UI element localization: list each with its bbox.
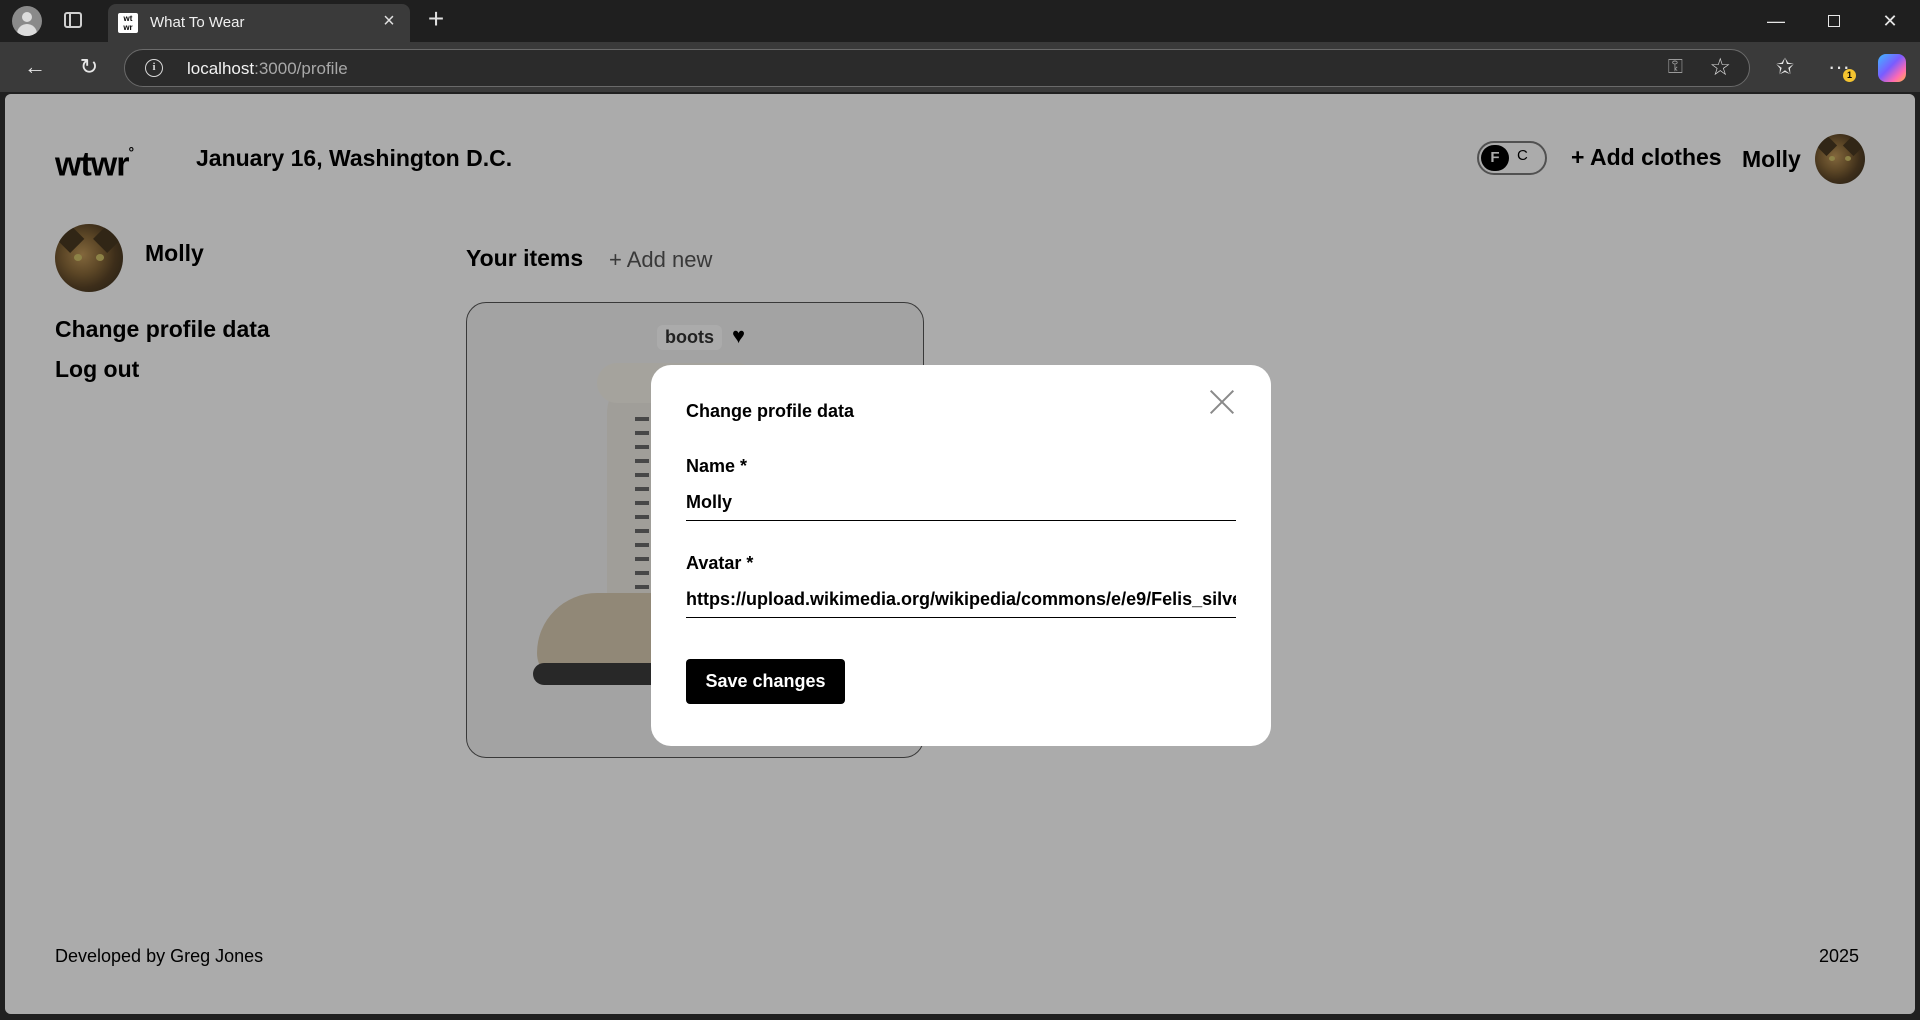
window-minimize-button[interactable]: —	[1758, 6, 1794, 36]
star-icon[interactable]: ☆	[1709, 53, 1731, 82]
profile-page: wtwr° January 16, Washington D.C. F C + …	[5, 94, 1915, 1014]
favicon-icon: wt wr	[118, 13, 138, 33]
tab-actions-icon[interactable]	[64, 12, 82, 28]
new-tab-button[interactable]: +	[422, 5, 450, 34]
back-arrow-icon[interactable]: ←	[18, 50, 52, 84]
browser-toolbar: ← ↻ i localhost:3000/profile ⚿ ☆ ✩ ··· 1	[0, 42, 1920, 92]
name-field-label: Name *	[686, 456, 748, 476]
more-menu-icon[interactable]: ··· 1	[1822, 50, 1856, 84]
browser-tab[interactable]: wt wr What To Wear ×	[108, 4, 410, 42]
browser-profile-icon[interactable]	[12, 6, 42, 36]
reload-icon[interactable]: ↻	[72, 50, 106, 84]
tab-title: What To Wear	[150, 14, 245, 31]
favorites-icon[interactable]: ✩	[1768, 50, 1802, 84]
name-input[interactable]	[686, 485, 1236, 521]
copilot-icon[interactable]	[1878, 54, 1906, 82]
avatar-field-label: Avatar *	[686, 553, 754, 573]
page-viewport: wtwr° January 16, Washington D.C. F C + …	[5, 94, 1915, 1014]
close-icon[interactable]	[1209, 389, 1235, 415]
save-changes-button[interactable]: Save changes	[686, 659, 845, 704]
tab-close-icon[interactable]: ×	[378, 10, 400, 32]
info-icon[interactable]: i	[145, 59, 163, 77]
modal-title: Change profile data	[686, 401, 855, 421]
avatar-url-input[interactable]	[686, 582, 1236, 618]
notification-badge: 1	[1843, 69, 1856, 82]
change-profile-modal: Change profile data Name * Avatar * Save…	[651, 365, 1271, 746]
window-close-button[interactable]: ✕	[1872, 6, 1908, 36]
address-bar[interactable]: i localhost:3000/profile ⚿ ☆	[124, 49, 1750, 87]
url-text[interactable]: localhost:3000/profile	[187, 59, 348, 79]
key-icon[interactable]: ⚿	[1668, 56, 1683, 79]
window-restore-button[interactable]	[1816, 6, 1852, 36]
browser-tab-strip: wt wr What To Wear × + — ✕	[0, 0, 1920, 42]
